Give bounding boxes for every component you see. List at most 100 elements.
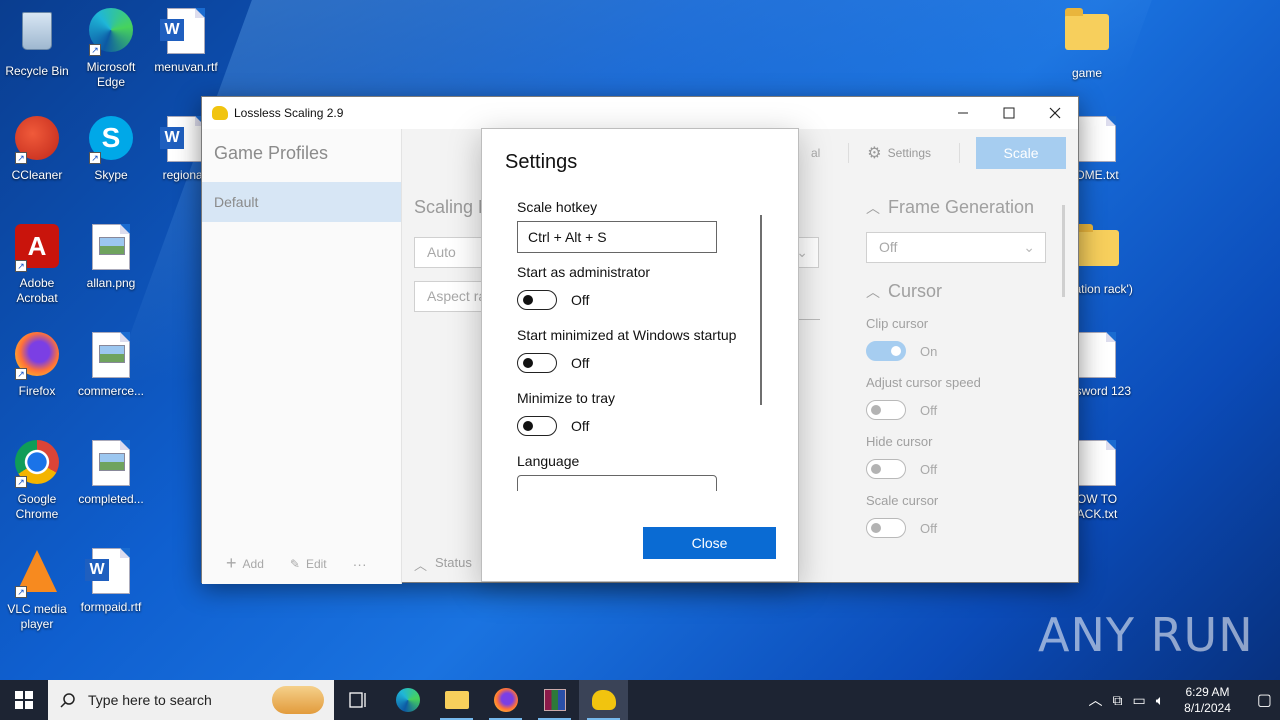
cursor-heading: Cursor [888,281,943,301]
scale-button[interactable]: Scale [976,137,1066,169]
dialog-title: Settings [505,151,578,173]
text-file-icon [1073,116,1121,164]
right-panel-scrollbar[interactable] [1062,205,1065,297]
scale-cursor-label: Scale cursor [866,493,939,508]
desktop-icon-commerce[interactable]: commerce... [74,332,148,399]
minimize-button[interactable] [940,97,986,129]
desktop-icon-skype[interactable]: S ↗ Skype [74,116,148,183]
taskbar-search-box[interactable]: Type here to search [48,680,334,720]
desktop-icon-label: Skype [94,168,128,182]
clock-time: 6:29 AM [1185,685,1230,699]
pencil-icon: ✎ [289,556,300,571]
scale-cursor-toggle[interactable] [866,518,906,538]
plus-icon: + [226,553,237,573]
desktop-icon-label: CCleaner [11,168,63,182]
desktop-icon-google-chrome[interactable]: ↗ Google Chrome [0,440,74,522]
desktop-icon-allan-png[interactable]: allan.png [74,224,148,291]
more-options-button[interactable]: ··· [353,556,367,572]
settings-dialog: Settings Scale hotkey Ctrl + Alt + S Sta… [481,128,799,582]
search-highlight-icon [272,686,324,714]
notifications-icon[interactable]: ▢ [1257,690,1272,710]
start-as-admin-toggle[interactable] [517,290,557,310]
acrobat-icon: A ↗ [13,224,61,272]
network-icon[interactable]: ⧉ [1113,692,1123,709]
dialog-scrollbar[interactable] [760,215,762,405]
text-file-icon [1073,332,1121,380]
top-toolbar: al ⚙ Settings Scale [811,137,1066,169]
folder-icon [1073,224,1121,278]
profile-default[interactable]: Default [202,182,401,222]
clock[interactable]: 6:29 AM 8/1/2024 [1184,684,1231,716]
status-expander[interactable]: ︿ Status [414,555,472,574]
desktop-icon-label: Google Chrome [15,492,59,521]
taskbar-edge[interactable] [383,680,432,720]
desktop-icon-label: allan.png [86,276,136,290]
start-minimized-toggle[interactable] [517,353,557,373]
language-label: Language [517,453,580,469]
desktop-icon-microsoft-edge[interactable]: ↗ Microsoft Edge [74,8,148,90]
close-button[interactable]: Close [643,527,776,559]
volume-icon[interactable]: 🔈︎ [1156,692,1164,709]
system-tray: ︿ ⧉ ▭ 🔈︎ 6:29 AM 8/1/2024 ▢ [1089,684,1280,716]
frame-generation-select[interactable]: Off ⌄ [866,232,1046,263]
word-document-icon: W [85,548,135,596]
task-view-button[interactable] [334,680,383,720]
desktop-icon-ccleaner[interactable]: ↗ CCleaner [0,116,74,183]
right-settings-panel: ︿ Frame Generation Off ⌄ ︿ Cursor Clip c… [866,197,1066,538]
start-button[interactable] [0,680,48,720]
settings-label: Settings [887,146,931,160]
desktop-icon-completed[interactable]: completed... [74,440,148,507]
clip-cursor-state: On [920,343,938,359]
desktop-icon-recycle-bin[interactable]: Recycle Bin [0,8,74,79]
minimize-to-tray-state: Off [571,418,590,434]
window-title: Lossless Scaling 2.9 [234,106,344,120]
cursor-expander[interactable]: ︿ Cursor [866,281,1066,302]
recycle-bin-icon [13,12,61,60]
clip-cursor-toggle[interactable] [866,341,906,361]
hide-cursor-state: Off [920,461,938,477]
start-as-admin-label: Start as administrator [517,264,651,280]
maximize-button[interactable] [986,97,1032,129]
taskbar-winrar[interactable] [530,680,579,720]
desktop-icon-label: commerce... [77,384,144,398]
desktop-icon-menuvan[interactable]: W menuvan.rtf [149,8,223,75]
desktop-icon-label: VLC media player [7,602,67,631]
winrar-icon [543,689,566,711]
adjust-cursor-speed-label: Adjust cursor speed [866,375,981,390]
taskbar-lossless-scaling[interactable] [579,680,628,720]
taskbar: Type here to search ︿ ⧉ ▭ 🔈︎ 6:29 AM 8/1… [0,680,1280,720]
desktop-icon-adobe-acrobat[interactable]: A ↗ Adobe Acrobat [0,224,74,306]
gear-icon: ⚙ [867,145,882,162]
desktop-icon-firefox[interactable]: ↗ Firefox [0,332,74,399]
manual-button-partial[interactable]: al [811,146,820,160]
clock-date: 8/1/2024 [1184,701,1231,715]
hide-cursor-label: Hide cursor [866,434,933,449]
language-select[interactable] [517,475,717,491]
chevron-up-icon[interactable]: ︿ [1089,690,1103,710]
game-profiles-heading: Game Profiles [214,143,329,163]
edge-icon [395,688,420,712]
frame-generation-heading: Frame Generation [888,197,1035,217]
close-window-button[interactable] [1032,97,1078,129]
edit-profile-button[interactable]: ✎ Edit [290,557,327,571]
edge-icon: ↗ [87,8,135,56]
desktop-icon-game-folder[interactable]: game [1050,8,1124,81]
settings-button[interactable]: ⚙ Settings [867,143,931,163]
title-bar[interactable]: Lossless Scaling 2.9 [202,97,1078,129]
add-profile-button[interactable]: + Add [226,553,264,574]
taskbar-firefox[interactable] [481,680,530,720]
frame-generation-expander[interactable]: ︿ Frame Generation [866,197,1066,218]
taskbar-file-explorer[interactable] [432,680,481,720]
scale-hotkey-input[interactable]: Ctrl + Alt + S [517,221,717,253]
minimize-to-tray-toggle[interactable] [517,416,557,436]
skype-icon: S ↗ [87,116,135,164]
chevron-up-icon: ︿ [866,199,880,216]
desktop-icon-label: Firefox [18,384,56,398]
adjust-cursor-speed-toggle[interactable] [866,400,906,420]
monitor-icon[interactable]: ▭ [1133,692,1146,709]
desktop-icon-vlc[interactable]: ↗ VLC media player [0,548,74,632]
desktop-icon-formpaid[interactable]: W formpaid.rtf [74,548,148,615]
desktop-icon-label: Recycle Bin [5,64,69,78]
search-icon [60,693,75,708]
hide-cursor-toggle[interactable] [866,459,906,479]
